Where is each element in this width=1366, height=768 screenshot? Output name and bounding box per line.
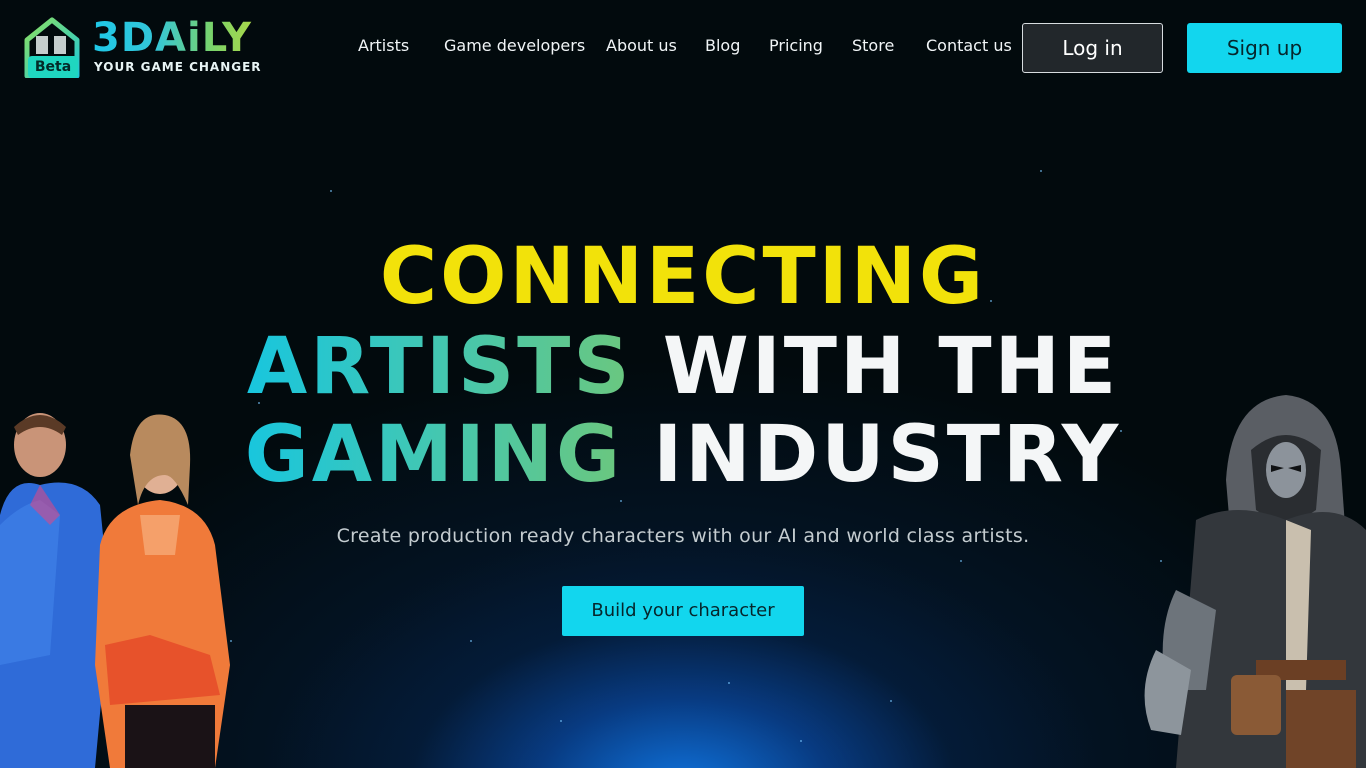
hero-subtitle: Create production ready characters with …	[336, 525, 1030, 547]
brand-tagline: YOUR GAME CHANGER	[94, 60, 262, 74]
signup-button[interactable]: Sign up	[1187, 23, 1342, 73]
nav-item-store[interactable]: Store	[852, 36, 894, 55]
hero-headline-line-3: GAMING INDUSTRY	[0, 410, 1366, 500]
brand-logo[interactable]: Beta 3DAiLY YOUR GAME CHANGER	[24, 14, 274, 82]
nav-item-artists[interactable]: Artists	[358, 36, 409, 55]
hero-accent-artists: ARTISTS	[246, 322, 633, 412]
hero-text-industry: INDUSTRY	[653, 410, 1122, 500]
nav-item-game-developers[interactable]: Game developers	[444, 36, 585, 55]
nav-item-blog[interactable]: Blog	[705, 36, 740, 55]
landing-page: Beta 3DAiLY YOUR GAME CHANGER Artists Ga…	[0, 0, 1366, 768]
login-button[interactable]: Log in	[1022, 23, 1163, 73]
nav-item-about-us[interactable]: About us	[606, 36, 677, 55]
site-header: Beta 3DAiLY YOUR GAME CHANGER Artists Ga…	[0, 0, 1366, 96]
build-character-button[interactable]: Build your character	[562, 586, 804, 636]
hero-headline-line-1: CONNECTING	[379, 232, 987, 322]
brand-name: 3DAiLY	[92, 15, 252, 61]
hero-accent-gaming: GAMING	[244, 410, 624, 500]
hero-headline-line-2: ARTISTS WITH THE	[0, 322, 1366, 412]
beta-badge: Beta	[28, 56, 78, 78]
hero-text-with-the: WITH THE	[662, 322, 1120, 412]
nav-item-contact-us[interactable]: Contact us	[926, 36, 1012, 55]
nav-item-pricing[interactable]: Pricing	[769, 36, 823, 55]
